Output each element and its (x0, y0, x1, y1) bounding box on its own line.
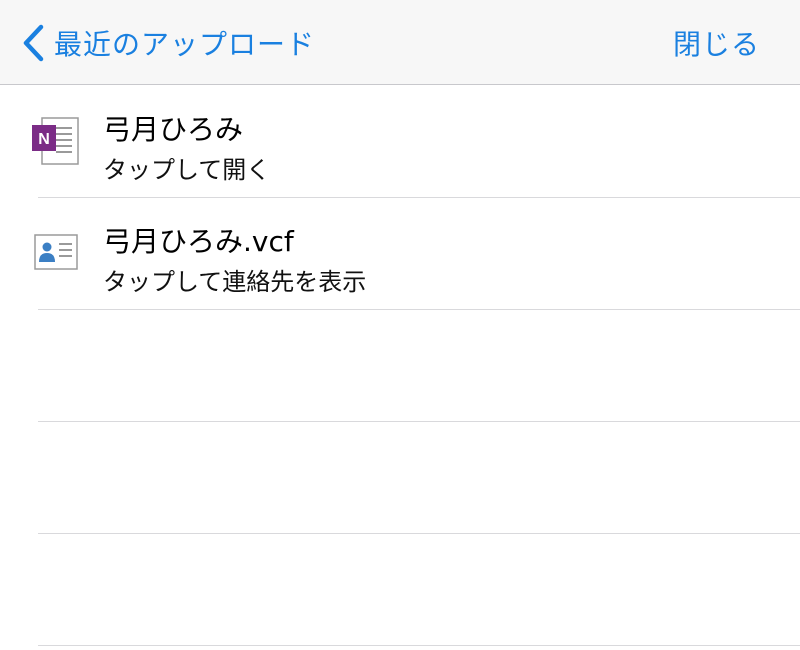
chevron-left-icon (18, 23, 48, 63)
file-name: 弓月ひろみ.vcf (103, 225, 294, 258)
empty-row (0, 422, 800, 534)
svg-text:N: N (38, 131, 50, 148)
contact-card-icon (30, 226, 82, 278)
onenote-icon: N (30, 114, 82, 166)
navigation-bar: 最近のアップロード 閉じる (0, 0, 800, 85)
back-label: 最近のアップロード (54, 28, 316, 61)
file-name: 弓月ひろみ (103, 113, 244, 146)
recent-uploads-screen: 最近のアップロード 閉じる N 弓月ひろみ タップして開く 弓月ひろみ.vcf … (0, 0, 800, 650)
file-row-vcf[interactable]: 弓月ひろみ.vcf タップして連絡先を表示 (0, 198, 800, 310)
file-list: N 弓月ひろみ タップして開く 弓月ひろみ.vcf タップして連絡先を表示 (0, 86, 800, 646)
back-button[interactable]: 最近のアップロード (18, 18, 315, 68)
row-separator (38, 645, 800, 646)
file-action: タップして連絡先を表示 (103, 268, 367, 296)
close-button[interactable]: 閉じる (673, 18, 760, 68)
file-action: タップして開く (103, 156, 271, 184)
file-row-onenote[interactable]: N 弓月ひろみ タップして開く (0, 86, 800, 198)
empty-row (0, 534, 800, 646)
empty-row (0, 310, 800, 422)
